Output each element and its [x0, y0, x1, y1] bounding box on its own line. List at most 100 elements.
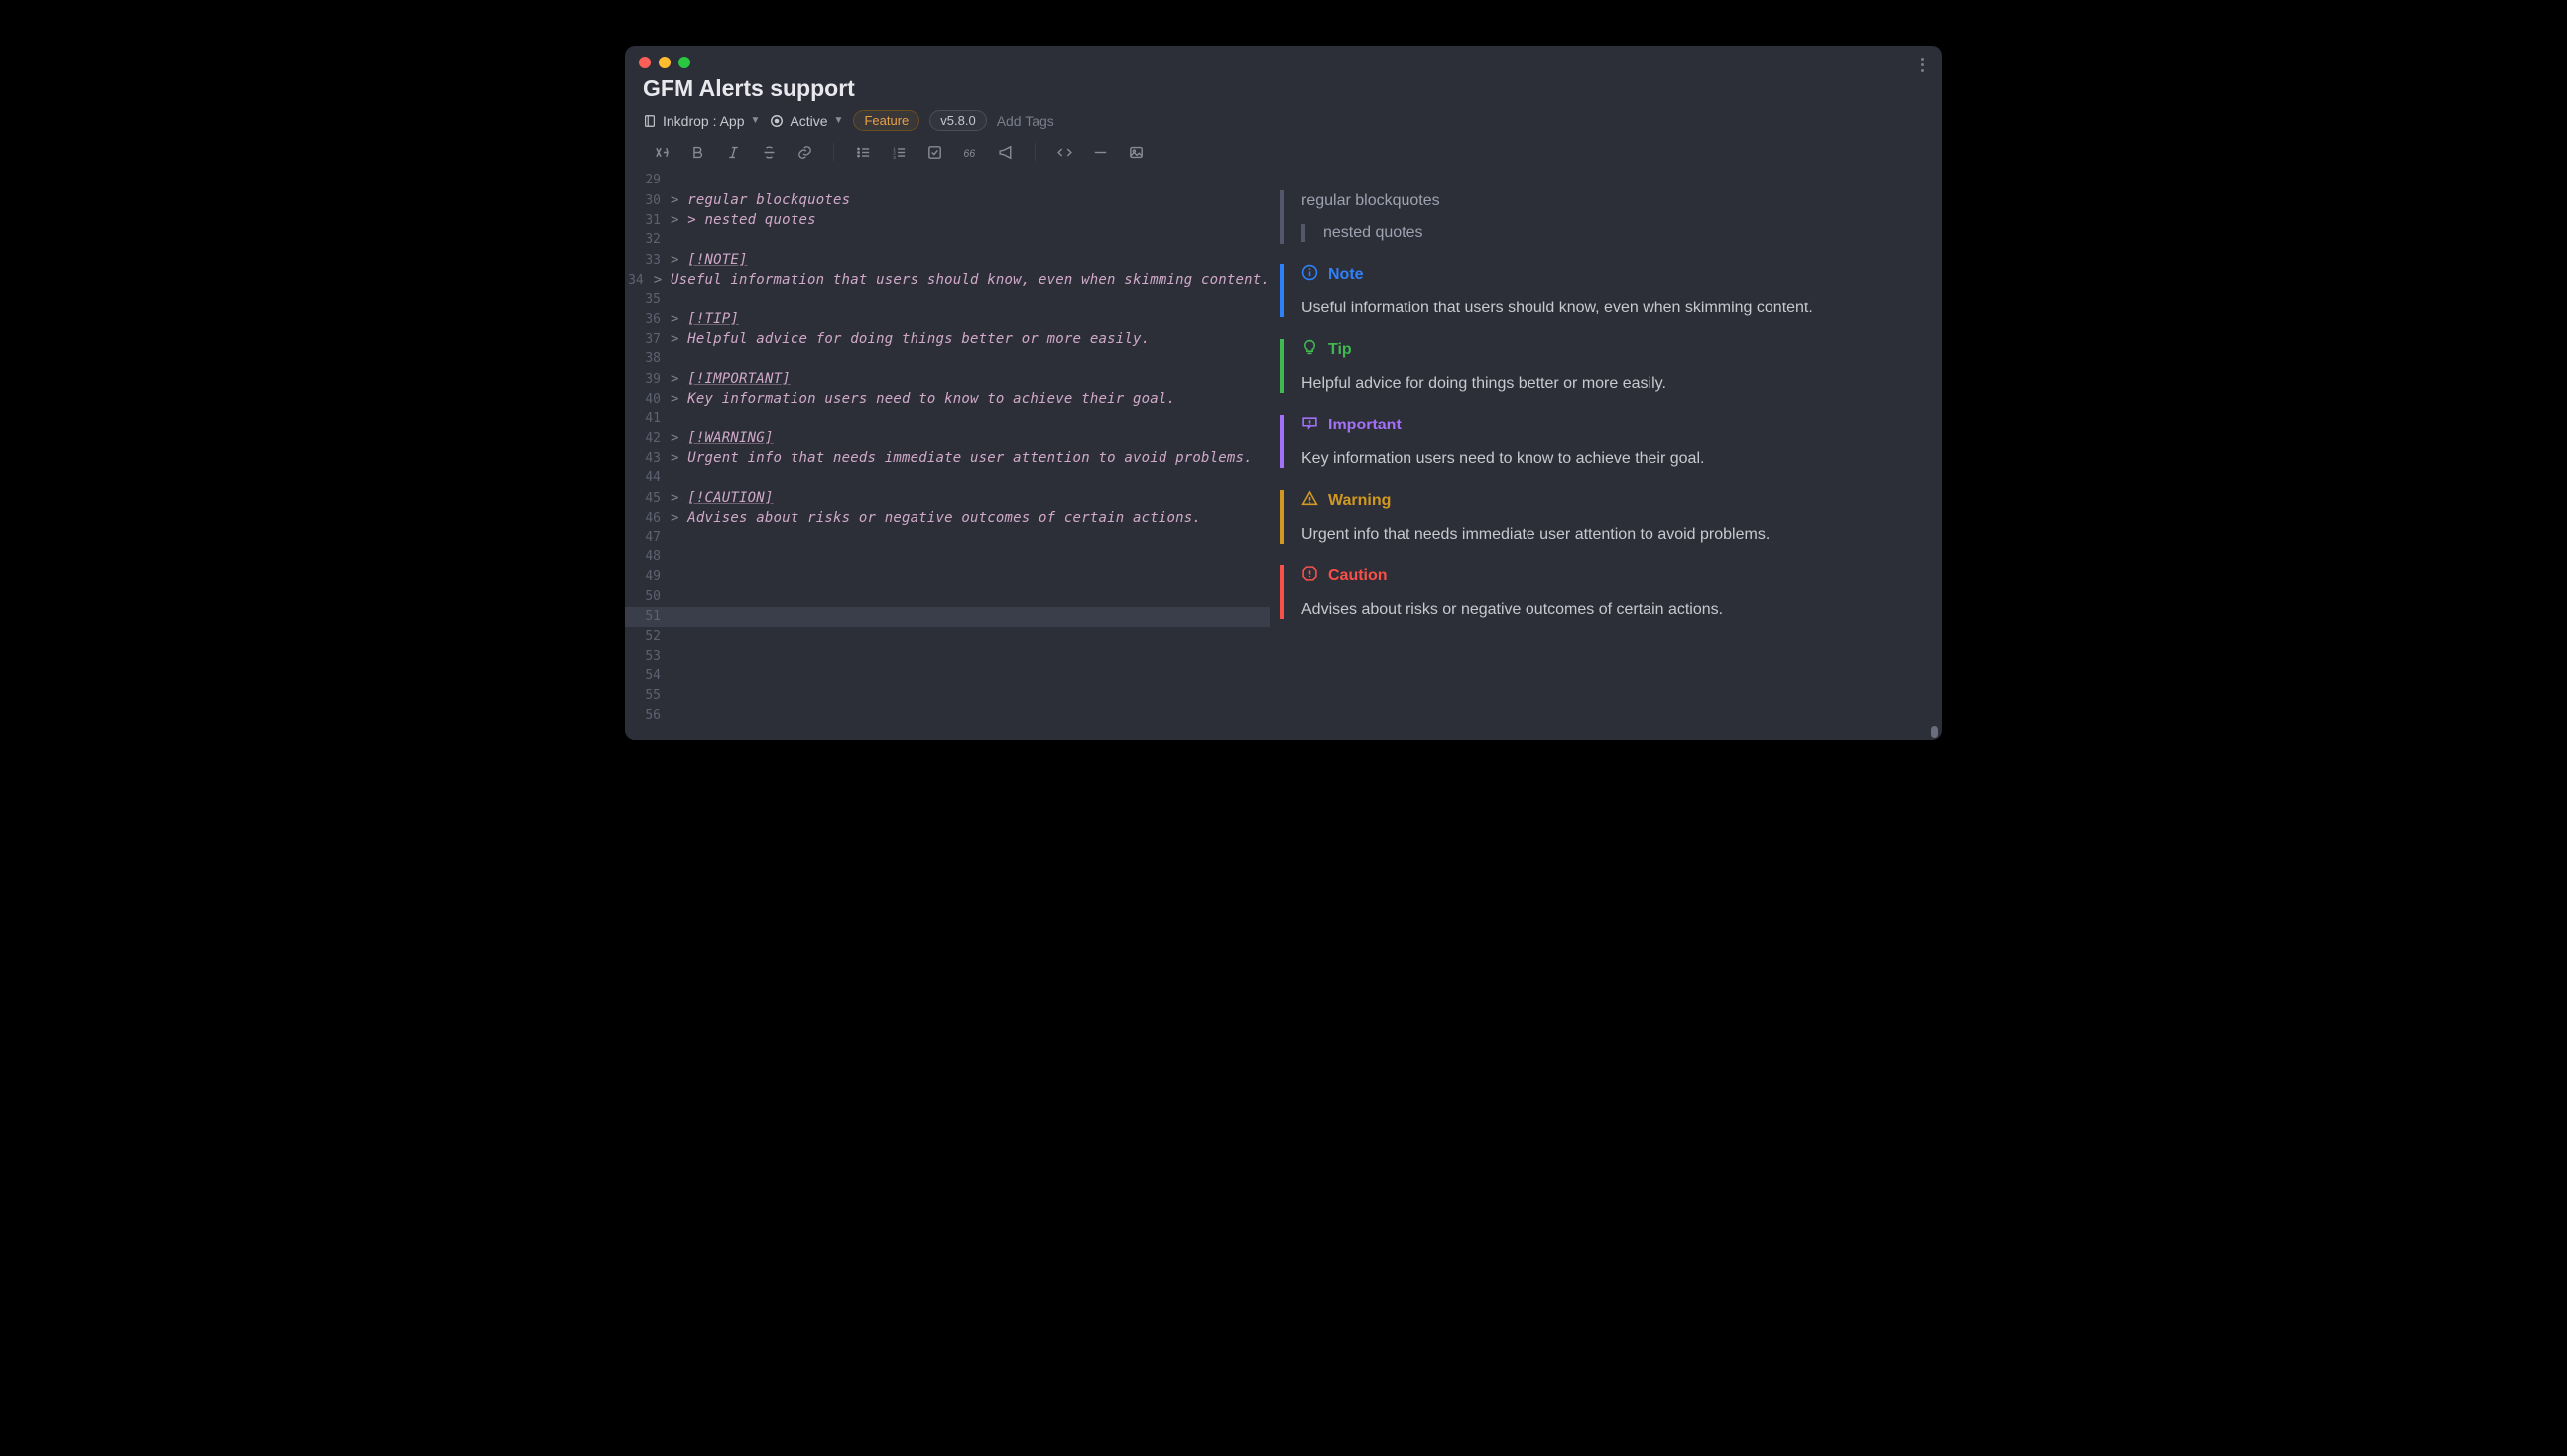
alert-caution: CautionAdvises about risks or negative o…	[1280, 565, 1910, 619]
code-line[interactable]: 46> Advises about risks or negative outc…	[625, 508, 1270, 528]
bold-button[interactable]	[686, 141, 708, 163]
code-line[interactable]: 37> Helpful advice for doing things bett…	[625, 329, 1270, 349]
code-line[interactable]: 44	[625, 468, 1270, 488]
code-line[interactable]: 42> [!WARNING]	[625, 428, 1270, 448]
gutter-line-number: 39	[625, 370, 671, 390]
code-line[interactable]: 30> regular blockquotes	[625, 190, 1270, 210]
code-text[interactable]: > Advises about risks or negative outcom…	[671, 508, 1201, 528]
image-button[interactable]	[1125, 141, 1147, 163]
alert-label: Caution	[1328, 567, 1388, 585]
code-line[interactable]: 29	[625, 171, 1270, 190]
code-text[interactable]: > Urgent info that needs immediate user …	[671, 448, 1253, 468]
link-button[interactable]	[794, 141, 815, 163]
alert-warning: WarningUrgent info that needs immediate …	[1280, 490, 1910, 544]
gutter-line-number: 35	[625, 290, 671, 309]
alert-heading: Note	[1301, 264, 1910, 286]
toolbar-separator	[1035, 143, 1036, 161]
editor-body: 2930> regular blockquotes31> > nested qu…	[625, 171, 1942, 740]
heading-button[interactable]	[651, 141, 672, 163]
code-text[interactable]: > [!NOTE]	[671, 250, 748, 270]
code-line[interactable]: 40> Key information users need to know t…	[625, 389, 1270, 409]
zoom-window-button[interactable]	[678, 57, 690, 68]
code-line[interactable]: 41	[625, 409, 1270, 428]
minimize-window-button[interactable]	[659, 57, 671, 68]
gutter-line-number: 51	[625, 607, 671, 627]
gutter-line-number: 55	[625, 686, 671, 706]
ordered-list-button[interactable]: 123	[888, 141, 910, 163]
tag-feature[interactable]: Feature	[853, 110, 919, 131]
code-text[interactable]: > Useful information that users should k…	[654, 270, 1270, 290]
code-line[interactable]: 32	[625, 230, 1270, 250]
status-picker[interactable]: Active ▼	[770, 113, 843, 129]
scrollbar-thumb[interactable]	[1931, 726, 1938, 738]
code-line[interactable]: 36> [!TIP]	[625, 309, 1270, 329]
close-window-button[interactable]	[639, 57, 651, 68]
more-menu-button[interactable]	[1921, 58, 1924, 72]
code-line[interactable]: 48	[625, 547, 1270, 567]
gutter-line-number: 33	[625, 251, 671, 271]
gutter-line-number: 46	[625, 509, 671, 529]
code-line[interactable]: 54	[625, 667, 1270, 686]
add-tags-button[interactable]: Add Tags	[997, 113, 1054, 129]
app-window: GFM Alerts support Inkdrop : App ▼ Activ…	[625, 46, 1942, 740]
italic-button[interactable]	[722, 141, 744, 163]
code-line[interactable]: 43> Urgent info that needs immediate use…	[625, 448, 1270, 468]
code-line[interactable]: 49	[625, 567, 1270, 587]
task-list-button[interactable]	[923, 141, 945, 163]
code-line[interactable]: 47	[625, 528, 1270, 547]
code-text[interactable]: > [!TIP]	[671, 309, 739, 329]
code-line[interactable]: 38	[625, 349, 1270, 369]
code-editor[interactable]: 2930> regular blockquotes31> > nested qu…	[625, 171, 1270, 740]
warning-icon	[1301, 490, 1318, 512]
preview-scrollbar[interactable]	[1931, 171, 1938, 740]
code-line[interactable]: 31> > nested quotes	[625, 210, 1270, 230]
code-line[interactable]: 55	[625, 686, 1270, 706]
code-line[interactable]: 53	[625, 647, 1270, 667]
note-title[interactable]: GFM Alerts support	[625, 71, 1942, 104]
gutter-line-number: 52	[625, 627, 671, 647]
notebook-picker[interactable]: Inkdrop : App ▼	[643, 113, 760, 129]
code-line[interactable]: 51	[625, 607, 1270, 627]
code-button[interactable]	[1053, 141, 1075, 163]
code-line[interactable]: 50	[625, 587, 1270, 607]
code-text[interactable]: > > nested quotes	[671, 210, 816, 230]
code-line[interactable]: 34> Useful information that users should…	[625, 270, 1270, 290]
hr-button[interactable]	[1089, 141, 1111, 163]
svg-text:66: 66	[963, 147, 975, 159]
bullet-list-button[interactable]	[852, 141, 874, 163]
blockquote-text: regular blockquotes	[1301, 192, 1910, 210]
tip-icon	[1301, 339, 1318, 361]
status-label: Active	[790, 113, 827, 129]
preview-pane[interactable]: regular blockquotes nested quotes NoteUs…	[1270, 171, 1942, 740]
caution-icon	[1301, 565, 1318, 587]
code-text[interactable]: > [!CAUTION]	[671, 488, 774, 508]
gutter-line-number: 47	[625, 528, 671, 547]
code-line[interactable]: 45> [!CAUTION]	[625, 488, 1270, 508]
code-text[interactable]: > regular blockquotes	[671, 190, 850, 210]
tag-version[interactable]: v5.8.0	[929, 110, 986, 131]
code-text[interactable]: > [!WARNING]	[671, 428, 774, 448]
gutter-line-number: 48	[625, 547, 671, 567]
code-text[interactable]: > [!IMPORTANT]	[671, 369, 791, 389]
alert-heading: Important	[1301, 415, 1910, 436]
gutter-line-number: 31	[625, 211, 671, 231]
titlebar	[625, 46, 1942, 71]
alert-label: Tip	[1328, 341, 1352, 359]
editor-toolbar: 123 66	[625, 135, 1942, 171]
announce-button[interactable]	[995, 141, 1017, 163]
gutter-line-number: 41	[625, 409, 671, 428]
blockquote-button[interactable]: 66	[959, 141, 981, 163]
alert-heading: Caution	[1301, 565, 1910, 587]
code-line[interactable]: 39> [!IMPORTANT]	[625, 369, 1270, 389]
toolbar-separator	[833, 143, 834, 161]
note-icon	[1301, 264, 1318, 286]
alert-body: Key information users need to know to ac…	[1301, 450, 1910, 468]
code-text[interactable]: > Key information users need to know to …	[671, 389, 1175, 409]
code-line[interactable]: 52	[625, 627, 1270, 647]
code-line[interactable]: 35	[625, 290, 1270, 309]
code-text[interactable]: > Helpful advice for doing things better…	[671, 329, 1150, 349]
code-line[interactable]: 33> [!NOTE]	[625, 250, 1270, 270]
code-line[interactable]: 56	[625, 706, 1270, 726]
strike-button[interactable]	[758, 141, 780, 163]
alert-body: Useful information that users should kno…	[1301, 300, 1910, 317]
